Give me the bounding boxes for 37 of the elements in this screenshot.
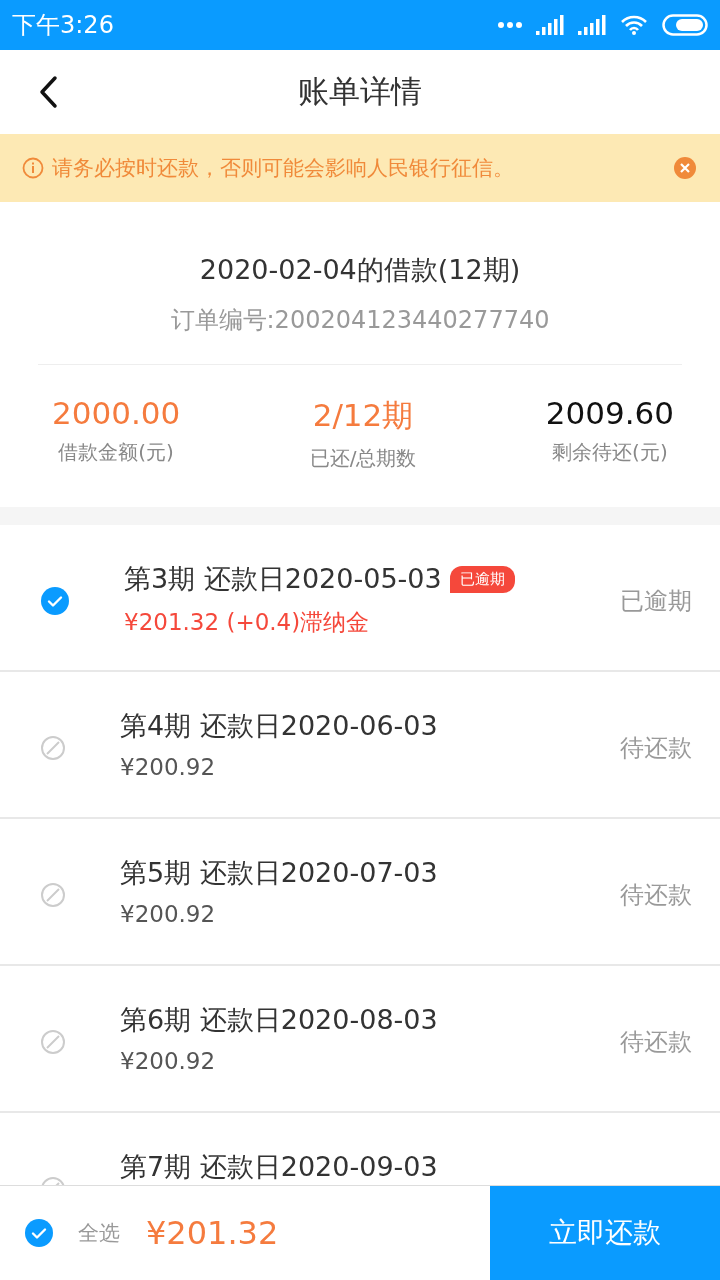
overdue-badge: 已逾期 — [449, 565, 515, 593]
installment-amount: ¥200.92 — [120, 754, 217, 780]
stat-label: 已还/总期数 — [309, 445, 417, 472]
select-all-label[interactable]: 全选 — [78, 1219, 120, 1247]
stat-value: 2000.00 — [52, 395, 181, 431]
installment-title: 第5期 还款日2020-07-03 — [120, 856, 438, 890]
stat-value: 2/12期 — [312, 396, 414, 435]
checkbox-checked-icon[interactable] — [24, 1218, 54, 1248]
installment-amount: ¥200.92 — [120, 1048, 217, 1074]
installment-amount: ¥201.32 (+0.4)滞纳金 — [124, 608, 371, 637]
battery-icon — [662, 14, 708, 36]
installment-amount: ¥200.92 — [120, 901, 217, 927]
installment-title: 第7期 还款日2020-09-03 — [120, 1150, 438, 1184]
wifi-icon — [620, 14, 648, 36]
installment-status: 已逾期 — [620, 586, 692, 617]
installment-title: 第3期 还款日2020-05-03 — [124, 562, 442, 596]
close-icon[interactable] — [674, 157, 696, 179]
status-time: 下午3:26 — [12, 10, 114, 41]
stat-label: 剩余待还(元) — [552, 439, 668, 466]
installment-title: 第4期 还款日2020-06-03 — [120, 709, 438, 743]
page-title: 账单详情 — [298, 72, 422, 111]
installment-status: 待还款 — [620, 880, 692, 911]
signal-icon — [536, 15, 564, 35]
stat-value: 2009.60 — [545, 395, 674, 431]
more-dots-icon — [498, 22, 522, 28]
pay-now-button[interactable]: 立即还款 — [490, 1186, 720, 1280]
order-number: 订单编号:200204123440277740 — [170, 305, 550, 336]
notice-text: 请务必按时还款，否则可能会影响人民银行征信。 — [52, 155, 515, 182]
stat-label: 借款金额(元) — [58, 439, 174, 466]
checkbox-checked-icon[interactable] — [40, 586, 70, 616]
loan-title: 2020-02-04的借款(12期) — [199, 253, 521, 287]
info-icon — [22, 157, 44, 179]
signal-icon — [578, 15, 606, 35]
installment-status: 待还款 — [620, 733, 692, 764]
installment-status: 待还款 — [620, 1027, 692, 1058]
installment-title: 第6期 还款日2020-08-03 — [120, 1003, 438, 1037]
total-amount: ¥201.32 — [146, 1214, 280, 1252]
